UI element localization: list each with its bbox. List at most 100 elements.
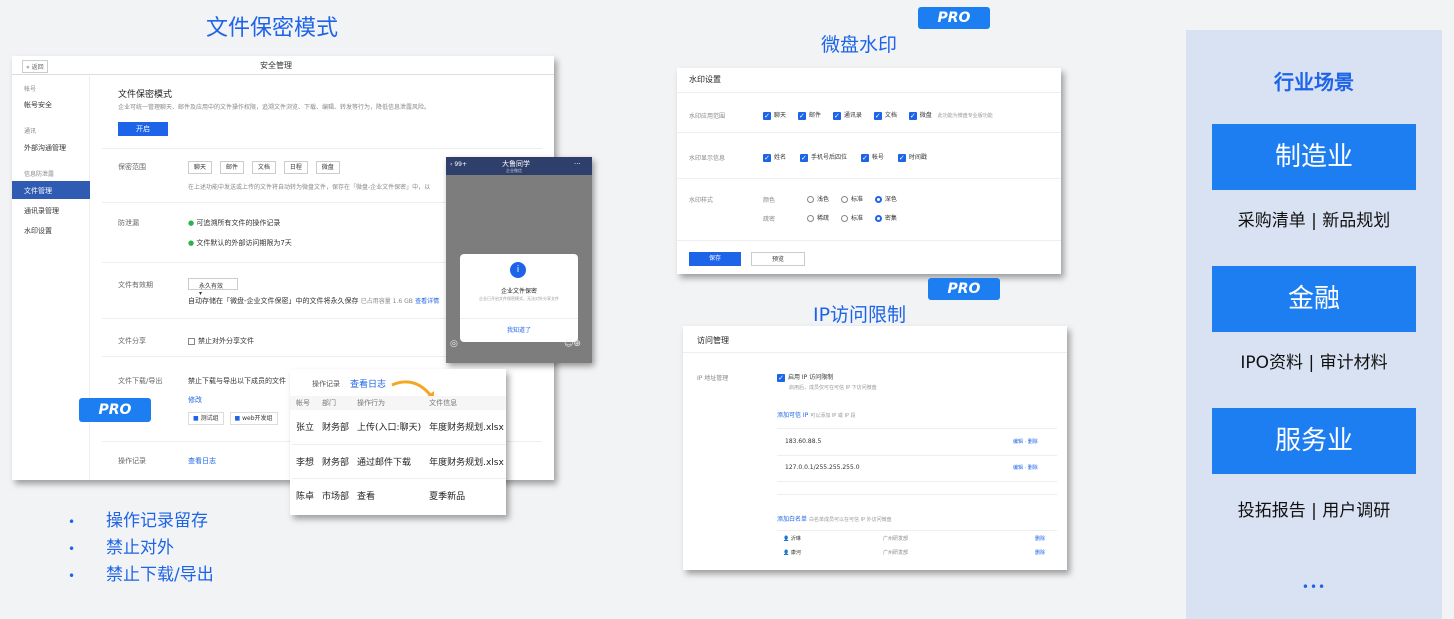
row-actions[interactable]: 编辑 · 删除 [1013,464,1038,471]
radio-dense[interactable]: 密集 [874,215,897,222]
add-trusted-ip-link[interactable]: 添加可信 IP [777,412,808,419]
radio-light[interactable]: 浅色 [807,196,829,203]
table-row: 陈卓 市场部 查看 夏季新品 [292,478,506,512]
wm-info-options: ✓ 姓名 ✓ 手机号后四位 ✓ 帐号 ✓ 时间戳 [763,152,927,162]
phone-mock: ‹ 99+ 大鲁同学 企业微信 ··· i 企业文件保密 企业已开启文件保密模式… [446,157,592,363]
table-row: 李想 财务部 通过邮件下载 年度财务规划.xlsx [292,444,506,478]
chip-disk[interactable]: 微盘 [315,161,340,174]
phone-back[interactable]: ‹ 99+ [450,161,467,168]
download-groups: ■ 测试组 ■ web开发组 [188,412,278,425]
watermark-title: 微盘水印 [821,34,898,56]
add-whitelist-link[interactable]: 添加白名单 [777,516,807,523]
watermark-header: 水印设置 [689,75,721,84]
industry-finance: 金融 [1212,266,1416,332]
row-actions[interactable]: 编辑 · 删除 [1013,438,1038,445]
more-icon: ••• [1301,580,1327,594]
file-mode-title: 文件保密模式 [206,16,339,41]
wm-preview-button[interactable]: 预览 [751,252,805,266]
radio-standard[interactable]: 标准 [840,196,863,203]
oplog-link[interactable]: 查看日志 [350,377,386,390]
share-label: 文件分享 [118,337,146,345]
whitelist-delete[interactable]: 删除 [1035,549,1045,556]
bullet-item: • 禁止对外 [68,538,174,558]
nav-heading-leak: 信息防泄露 [24,171,55,178]
wm-info-phone[interactable]: ✓ 手机号后四位 [799,153,847,162]
nav-item-watermark[interactable]: 水印设置 [24,226,52,236]
wm-density-label: 疏密 [763,216,776,223]
watermark-window: 水印设置 水印应用范围 ✓ 聊天 ✓ 邮件 ✓ 通讯录 ✓ 文档 ✓ 微盘 此功能为微盘专… [677,68,1061,274]
oplog-tab[interactable]: 操作记录 [312,379,340,389]
chip-calendar[interactable]: 日程 [283,161,308,174]
phone-dialog: i 企业文件保密 企业已开启文件保密模式，无法对外分享文件 我知道了 [460,254,578,342]
phone-subtitle: 企业微信 [506,168,522,173]
whitelist-dept: 广州研发部 [883,550,909,556]
chip-mail[interactable]: 邮件 [219,161,244,174]
nav-heading-account: 帐号 [24,86,37,93]
wm-info-time[interactable]: ✓ 时间戳 [897,153,927,162]
nav-item-file-manage[interactable]: 文件管理 [12,181,90,199]
scope-chips: 聊天 邮件 文档 日程 微盘 [188,161,340,174]
radio-dark[interactable]: 深色 [874,196,897,203]
wm-scope-label: 水印应用范围 [689,113,726,120]
wm-scope-contacts[interactable]: ✓ 通讯录 [832,111,862,120]
validity-select[interactable]: 永久有效 ▾ [188,278,238,297]
wm-color-label: 颜色 [763,197,776,204]
wm-scope-chat[interactable]: ✓ 聊天 [763,111,786,120]
leak-item-2: ● 文件默认的外部访问期限为7天 [188,239,292,247]
radio-sparse[interactable]: 稀疏 [807,215,829,222]
back-button[interactable]: « 返回 [22,60,48,73]
emoji-icon[interactable]: ☺⊕ [564,339,581,349]
admin-header-title: 安全管理 [260,61,292,70]
log-link[interactable]: 查看日志 [188,456,216,466]
trusted-ip: 183.60.88.5 [785,438,822,445]
share-option[interactable]: 禁止对外分享文件 [188,336,254,346]
wm-info-account[interactable]: ✓ 帐号 [860,153,884,162]
download-modify-link[interactable]: 修改 [188,395,202,405]
shield-icon: ● [188,239,195,247]
pro-badge: PRO [918,7,990,29]
industry-service: 服务业 [1212,408,1416,474]
pro-badge: PRO [928,278,1000,300]
enable-button[interactable]: 开启 [118,122,168,136]
wm-save-button[interactable]: 保存 [689,252,741,266]
more-icon[interactable]: ··· [574,160,581,168]
chip-doc[interactable]: 文档 [251,161,276,174]
table-row: 张立 财务部 上传(入口:聊天) 年度财务规划.xlsx [296,423,504,434]
nav-heading-comm: 通讯 [24,128,37,135]
bullet-item: • 禁止下载/导出 [68,565,214,585]
voice-icon[interactable]: ◎ [450,339,458,349]
log-label: 操作记录 [118,457,146,465]
wm-scope-mail[interactable]: ✓ 邮件 [797,111,821,120]
ip-enable-checkbox[interactable]: ✓ 启用 IP 访问限制 [777,372,833,382]
admin-desc: 企业可统一管理聊天、邮件及应用中的文件操作权限，追溯文件浏览、下载、编辑、转发等… [118,104,431,111]
validity-detail-link[interactable]: 查看详情 [415,298,439,305]
wm-scope-disk[interactable]: ✓ 微盘 [908,111,932,120]
user-icon: 👤 [783,536,790,542]
validity-label: 文件有效期 [118,281,153,289]
nav-item-account-security[interactable]: 帐号安全 [24,100,52,110]
whitelist-name: 👤 康河 [783,550,801,556]
dialog-title: 企业文件保密 [500,288,537,295]
nav-item-external[interactable]: 外部沟通管理 [24,143,66,153]
download-label: 文件下载/导出 [118,377,163,385]
whitelist-dept: 广州研发部 [883,536,909,542]
dialog-ok-button[interactable]: 我知道了 [460,325,578,334]
phone-header: ‹ 99+ 大鲁同学 企业微信 ··· [446,157,592,175]
chip-chat[interactable]: 聊天 [188,161,213,174]
bullet-item: • 操作记录留存 [68,511,208,531]
scope-note: 在上述功能中发送或上传的文件将自动转为微盘文件，保存在「微盘-企业文件保密」中，… [188,184,431,191]
whitelist-delete[interactable]: 删除 [1035,535,1045,542]
wm-scope-note: 此功能为微盘专业版功能 [937,113,993,119]
scope-label: 保密范围 [118,163,146,171]
industry-manufacturing: 制造业 [1212,124,1416,190]
nav-item-contacts[interactable]: 通讯录管理 [24,206,59,216]
wm-style-label: 水印样式 [689,197,714,204]
leak-item-1: ● 可追溯所有文件的操作记录 [188,219,281,227]
radio-standard-density[interactable]: 标准 [840,215,863,222]
industry-service-desc: 投拓报告 | 用户调研 [1237,501,1391,521]
wm-info-name[interactable]: ✓ 姓名 [763,153,786,162]
ip-label: IP 地址管理 [697,375,729,382]
wm-scope-options: ✓ 聊天 ✓ 邮件 ✓ 通讯录 ✓ 文档 ✓ 微盘 此功能为微盘专业版功能 [763,110,993,120]
wm-density-options: 稀疏 标准 密集 [807,213,897,222]
wm-scope-doc[interactable]: ✓ 文档 [873,111,897,120]
